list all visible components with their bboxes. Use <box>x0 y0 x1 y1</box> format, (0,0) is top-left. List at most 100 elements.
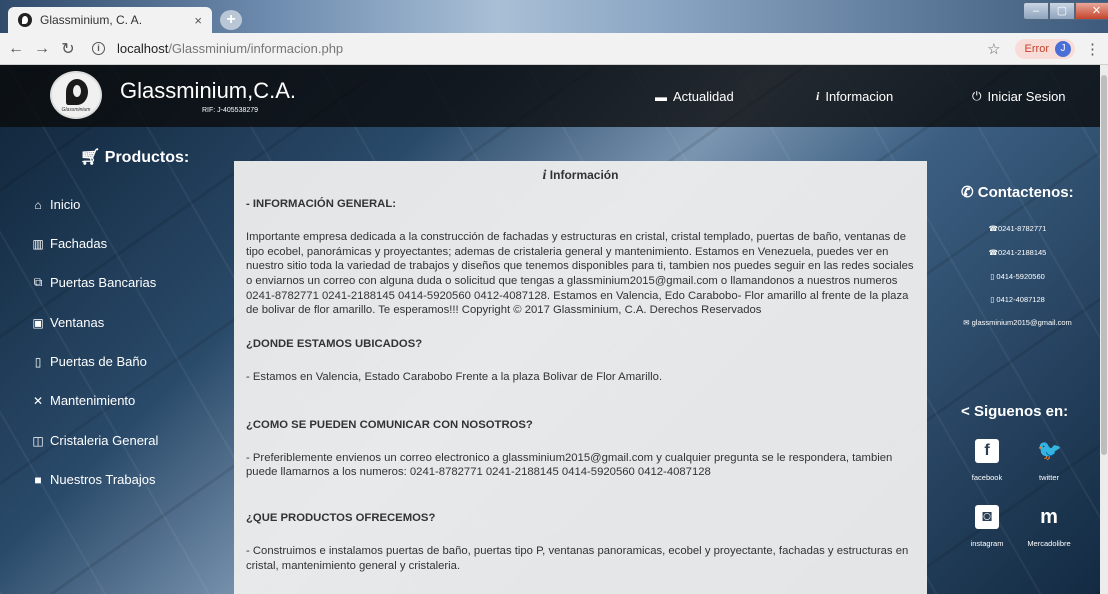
sidebar-item-label: Ventanas <box>50 315 105 330</box>
contact-phone-2[interactable]: ☎0241-2188145 <box>945 248 1090 257</box>
social-label: instagram <box>970 539 1004 548</box>
sidebar-item-label: Inicio <box>50 197 81 212</box>
contact-title: ✆ Contactenos: <box>961 184 1074 201</box>
door-icon: ▯ <box>34 354 42 369</box>
sidebar-item-label: Fachadas <box>50 236 108 251</box>
contact-mobile-2[interactable]: ▯ 0412-4087128 <box>945 295 1090 304</box>
profile-error-button[interactable]: Error J <box>1014 39 1075 59</box>
social-facebook[interactable]: f facebook <box>959 439 1015 482</box>
info-panel-title: i Información <box>542 168 619 183</box>
info-icon: i <box>816 89 820 103</box>
site-favicon-icon <box>18 13 32 27</box>
tab-close-icon[interactable]: × <box>194 13 202 28</box>
window-icon: ▣ <box>32 315 44 330</box>
url-field[interactable]: i localhost/Glassminium/informacion.php <box>92 41 343 56</box>
social-title: < Siguenos en: <box>961 403 1069 420</box>
bookmark-star-icon[interactable]: ☆ <box>987 40 1000 58</box>
nav-label: Actualidad <box>673 89 734 104</box>
social-label: twitter <box>1038 473 1059 482</box>
twitter-icon: 🐦 <box>1037 440 1062 462</box>
window-maximize-button[interactable]: ▢ <box>1049 2 1075 20</box>
window-controls: – ▢ ✕ <box>1023 2 1108 20</box>
sidebar-item-nuestros-trabajos[interactable]: ■ Nuestros Trabajos <box>30 472 156 487</box>
building-icon: ▥ <box>32 236 44 251</box>
social-mercadolibre[interactable]: m Mercadolibre <box>1021 505 1077 548</box>
page-scrollbar[interactable] <box>1100 65 1108 594</box>
window-minimize-button[interactable]: – <box>1023 2 1049 20</box>
sidebar-item-label: Mantenimiento <box>50 393 136 408</box>
copy-icon: ⧉ <box>33 275 43 289</box>
general-text: Importante empresa dedicada a la constru… <box>246 231 914 317</box>
sidebar-item-cristaleria-general[interactable]: ◫ Cristaleria General <box>30 433 158 448</box>
forward-arrow-icon[interactable]: → <box>32 40 52 58</box>
browser-menu-icon[interactable]: ⋮ <box>1085 40 1100 58</box>
back-arrow-icon[interactable]: ← <box>6 40 26 58</box>
contact-mobile-1[interactable]: ▯ 0414-5920560 <box>945 272 1090 281</box>
social-label: Mercadolibre <box>1027 539 1071 548</box>
sidebar-item-fachadas[interactable]: ▥ Fachadas <box>30 236 107 251</box>
error-label: Error <box>1024 43 1049 55</box>
avatar: J <box>1055 41 1071 57</box>
brand-name[interactable]: Glassminium,C.A. <box>120 78 296 104</box>
cart-icon: 🛒︎ <box>80 149 105 166</box>
scrollbar-thumb[interactable] <box>1101 75 1107 455</box>
sidebar-item-label: Puertas Bancarias <box>50 275 157 290</box>
page-viewport: Glassminium Glassminium,C.A. RIF: J-4055… <box>0 65 1100 594</box>
products-heading: ¿QUE PRODUCTOS OFRECEMOS? <box>246 512 436 525</box>
nav-label: Iniciar Sesion <box>987 89 1066 104</box>
nav-iniciar-sesion[interactable]: ⏻ Iniciar Sesion <box>972 89 1066 104</box>
sidebar-item-inicio[interactable]: ⌂ Inicio <box>30 197 80 212</box>
url-path: /Glassminium/informacion.php <box>168 41 344 56</box>
instagram-icon: ◙ <box>975 505 999 529</box>
info-panel: i Información - INFORMACIÓN GENERAL: Imp… <box>234 161 927 594</box>
sidebar-item-label: Nuestros Trabajos <box>50 472 156 487</box>
sidebar-contact: ✆ Contactenos: ☎0241-8782771 ☎0241-21881… <box>945 127 1100 594</box>
logo-text: Glassminium <box>61 107 91 113</box>
nav-label: Informacion <box>825 89 894 104</box>
calendar-icon: ▬ <box>655 89 667 104</box>
sidebar-item-label: Puertas de Baño <box>50 354 147 369</box>
browser-tabbar: Glassminium, C. A. × + – ▢ ✕ <box>0 0 1108 33</box>
address-bar: ← → ↻ i localhost/Glassminium/informacio… <box>0 33 1108 65</box>
tools-icon: ✕ <box>32 393 44 408</box>
sidebar-item-puertas-bano[interactable]: ▯ Puertas de Baño <box>30 354 147 369</box>
browser-tab[interactable]: Glassminium, C. A. × <box>8 7 212 33</box>
sidebar-item-mantenimiento[interactable]: ✕ Mantenimiento <box>30 393 135 408</box>
info-icon: i <box>542 168 547 183</box>
nav-informacion[interactable]: i Informacion <box>816 89 893 104</box>
logo-swoosh-icon <box>66 79 88 105</box>
social-label: facebook <box>971 473 1003 482</box>
contact-heading: ¿COMO SE PUEDEN COMUNICAR CON NOSOTROS? <box>246 418 533 431</box>
products-text: - Construimos e instalamos puertas de ba… <box>246 545 909 572</box>
mercadolibre-icon: m <box>1040 506 1058 528</box>
where-text: - Estamos en Valencia, Estado Carabobo F… <box>246 371 663 384</box>
home-icon: ⌂ <box>34 197 42 212</box>
reload-icon[interactable]: ↻ <box>58 39 78 59</box>
site-info-icon[interactable]: i <box>92 42 105 55</box>
sidebar-item-ventanas[interactable]: ▣ Ventanas <box>30 315 104 330</box>
sidebar-item-label: Cristaleria General <box>50 433 159 448</box>
window-close-button[interactable]: ✕ <box>1075 2 1108 20</box>
url-host: localhost <box>117 41 169 56</box>
tab-title: Glassminium, C. A. <box>40 13 143 27</box>
where-heading: ¿DONDE ESTAMOS UBICADOS? <box>246 338 423 351</box>
new-tab-button[interactable]: + <box>220 10 242 30</box>
sidebar-item-puertas-bancarias[interactable]: ⧉ Puertas Bancarias <box>30 275 157 290</box>
power-icon: ⏻ <box>972 89 982 103</box>
site-header: Glassminium Glassminium,C.A. RIF: J-4055… <box>0 65 1100 127</box>
share-icon: < <box>961 403 974 420</box>
nav-actualidad[interactable]: ▬ Actualidad <box>655 89 734 104</box>
contact-text: - Preferiblemente envienos un correo ele… <box>246 451 893 479</box>
social-twitter[interactable]: 🐦 twitter <box>1021 439 1077 482</box>
contact-email[interactable]: ✉ glassminium2015@gmail.com <box>945 318 1090 327</box>
site-logo[interactable]: Glassminium <box>50 71 102 119</box>
sidebar-products: 🛒︎ Productos: ⌂ Inicio ▥ Fachadas ⧉ Puer… <box>0 127 224 594</box>
social-instagram[interactable]: ◙ instagram <box>959 505 1015 548</box>
general-heading: - INFORMACIÓN GENERAL: <box>246 198 396 210</box>
glass-icon: ◫ <box>32 433 44 448</box>
rif-number: RIF: J-405538279 <box>202 107 259 114</box>
sidebar-title: 🛒︎ Productos: <box>80 149 190 166</box>
phone-icon: ✆ <box>961 184 978 201</box>
facebook-icon: f <box>975 439 999 463</box>
contact-phone-1[interactable]: ☎0241-8782771 <box>945 224 1090 233</box>
